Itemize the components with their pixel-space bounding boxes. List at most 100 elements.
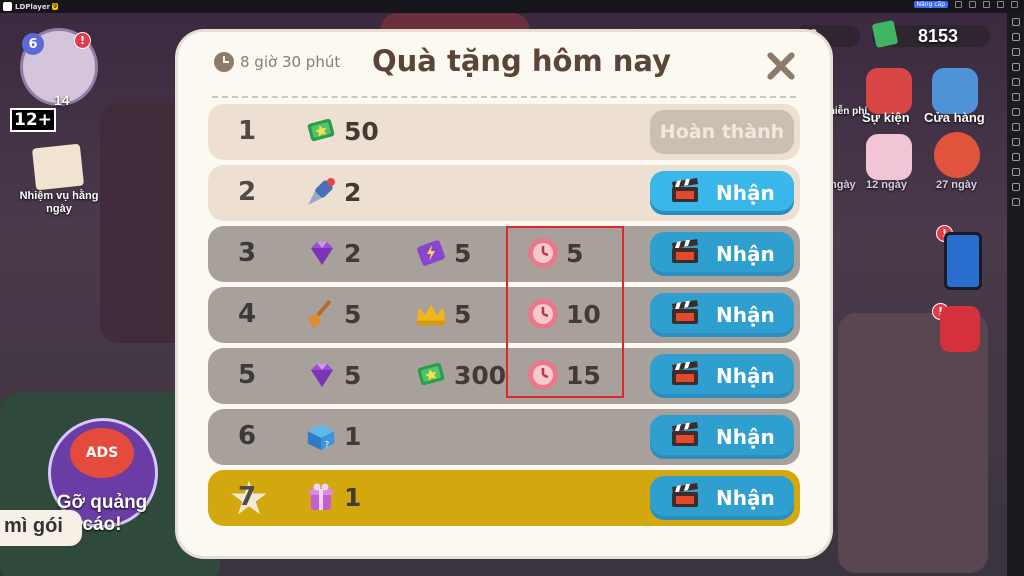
drill-icon (304, 175, 338, 209)
video-clapper-icon (670, 422, 700, 452)
completed-button[interactable]: Hoàn thành (650, 110, 794, 154)
reward-quantity: 5 (454, 238, 472, 268)
upgrade-button[interactable]: Nâng cấp (913, 1, 948, 8)
app-name: LDPlayer (15, 2, 51, 11)
daily-quest-label[interactable]: Nhiệm vụ hằng ngày (14, 190, 104, 216)
mushroom-days: 27 ngày (936, 179, 977, 191)
avatar-alert-icon: ! (74, 32, 91, 49)
reward-quantity: 2 (344, 238, 362, 268)
reward-quantity: 2 (344, 177, 362, 207)
button-label: Nhận (716, 486, 775, 510)
version-badge: 9 (52, 3, 58, 10)
reward-quantity: 50 (344, 116, 379, 146)
phone-icon[interactable] (944, 232, 982, 290)
minimize-icon[interactable] (983, 1, 990, 8)
volume-icon[interactable] (1011, 33, 1020, 41)
button-label: Nhận (716, 425, 775, 449)
bottom-partial-text: mì gói (4, 515, 63, 537)
claim-button[interactable]: Nhận (650, 415, 794, 459)
hello-kitty-days: 12 ngày (866, 179, 907, 191)
hearts-count: 14 (54, 92, 70, 108)
ticket-icon (414, 236, 448, 270)
claim-button[interactable]: Nhận (650, 476, 794, 520)
gem-icon (304, 236, 338, 270)
button-label: Nhận (716, 364, 775, 388)
video-clapper-icon (670, 361, 700, 391)
close-icon[interactable] (762, 48, 798, 84)
cash-icon (871, 19, 899, 49)
shop-icon[interactable] (932, 68, 978, 114)
mushroom-event-icon[interactable] (934, 132, 980, 178)
days-partial: ngày (830, 179, 856, 191)
day-number: 2 (238, 177, 257, 207)
video-clapper-icon (670, 178, 700, 208)
event-icon[interactable] (866, 68, 912, 114)
sync-icon[interactable] (1011, 138, 1020, 146)
gem-icon (304, 358, 338, 392)
day-number: 5 (238, 360, 257, 390)
window-close-icon[interactable] (1011, 1, 1018, 8)
shop-label[interactable]: Cửa hàng (924, 110, 985, 125)
day-number: 1 (238, 116, 257, 146)
day-number: 3 (238, 238, 257, 268)
reward-quantity: 1 (344, 421, 362, 451)
mystery-box-icon: ? (304, 419, 338, 453)
reward-quantity: 5 (344, 360, 362, 390)
age-rating-badge: 12+ (10, 108, 56, 132)
button-label: Nhận (716, 181, 775, 205)
reward-item: 5 (414, 236, 471, 270)
video-clapper-icon (670, 483, 700, 513)
player-level-badge: 6 (22, 33, 44, 55)
daily-quest-icon[interactable] (31, 143, 85, 191)
reward-quantity: 5 (344, 299, 362, 329)
shake-icon[interactable] (1011, 183, 1020, 191)
reward-item: 5 (304, 358, 361, 392)
svg-text:?: ? (325, 440, 330, 450)
event-label[interactable]: Sự kiện (862, 110, 910, 125)
reward-row-day-5: 5 5 300 15 Nhận (208, 348, 800, 404)
reward-item: 300 (414, 358, 506, 392)
free-label[interactable]: miễn phí (826, 106, 867, 118)
day-number: 7 (238, 482, 257, 512)
more-icon[interactable] (1011, 198, 1020, 206)
folder-icon[interactable] (1011, 153, 1020, 161)
backpack-icon[interactable] (940, 306, 980, 352)
keyboard-icon[interactable] (1011, 18, 1020, 26)
day-number: 6 (238, 421, 257, 451)
title-divider (212, 96, 796, 98)
multi-instance-icon[interactable] (1011, 123, 1020, 131)
maximize-icon[interactable] (997, 1, 1004, 8)
menu-icon[interactable] (969, 1, 976, 8)
cash-icon (304, 114, 338, 148)
reward-row-day-3: 3 2 5 5 Nhận (208, 226, 800, 282)
gamepad-icon[interactable] (955, 1, 962, 8)
claim-button[interactable]: Nhận (650, 232, 794, 276)
gift-box-icon (304, 480, 338, 514)
apk-icon[interactable] (1011, 108, 1020, 116)
reward-quantity: 300 (454, 360, 507, 390)
video-clapper-icon (670, 300, 700, 330)
reward-item: 2 (304, 236, 361, 270)
claim-button[interactable]: Nhận (650, 171, 794, 215)
reward-quantity: 5 (454, 299, 472, 329)
shovel-icon (304, 297, 338, 331)
operation-record-icon[interactable] (1011, 93, 1020, 101)
ads-icon: ADS (70, 428, 134, 478)
location-icon[interactable] (1011, 168, 1020, 176)
reward-item: 1 (304, 480, 361, 514)
reward-item: 5 (304, 297, 361, 331)
crown-icon (414, 297, 448, 331)
reward-row-day-2: 2 2 Nhận (208, 165, 800, 221)
cash-amount: 8153 (918, 26, 959, 46)
record-icon[interactable] (1011, 78, 1020, 86)
dialog-title: Quà tặng hôm nay (372, 44, 672, 78)
cash-icon (414, 358, 448, 392)
emulator-titlebar: LDPlayer 9 Nâng cấp (0, 0, 1024, 13)
screenshot-icon[interactable] (1011, 63, 1020, 71)
fullscreen-icon[interactable] (1011, 48, 1020, 56)
hello-kitty-event-icon[interactable] (866, 134, 912, 180)
claim-button[interactable]: Nhận (650, 293, 794, 337)
reward-row-day-1: 1 50 Hoàn thành (208, 104, 800, 160)
claim-button[interactable]: Nhận (650, 354, 794, 398)
button-label: Nhận (716, 303, 775, 327)
